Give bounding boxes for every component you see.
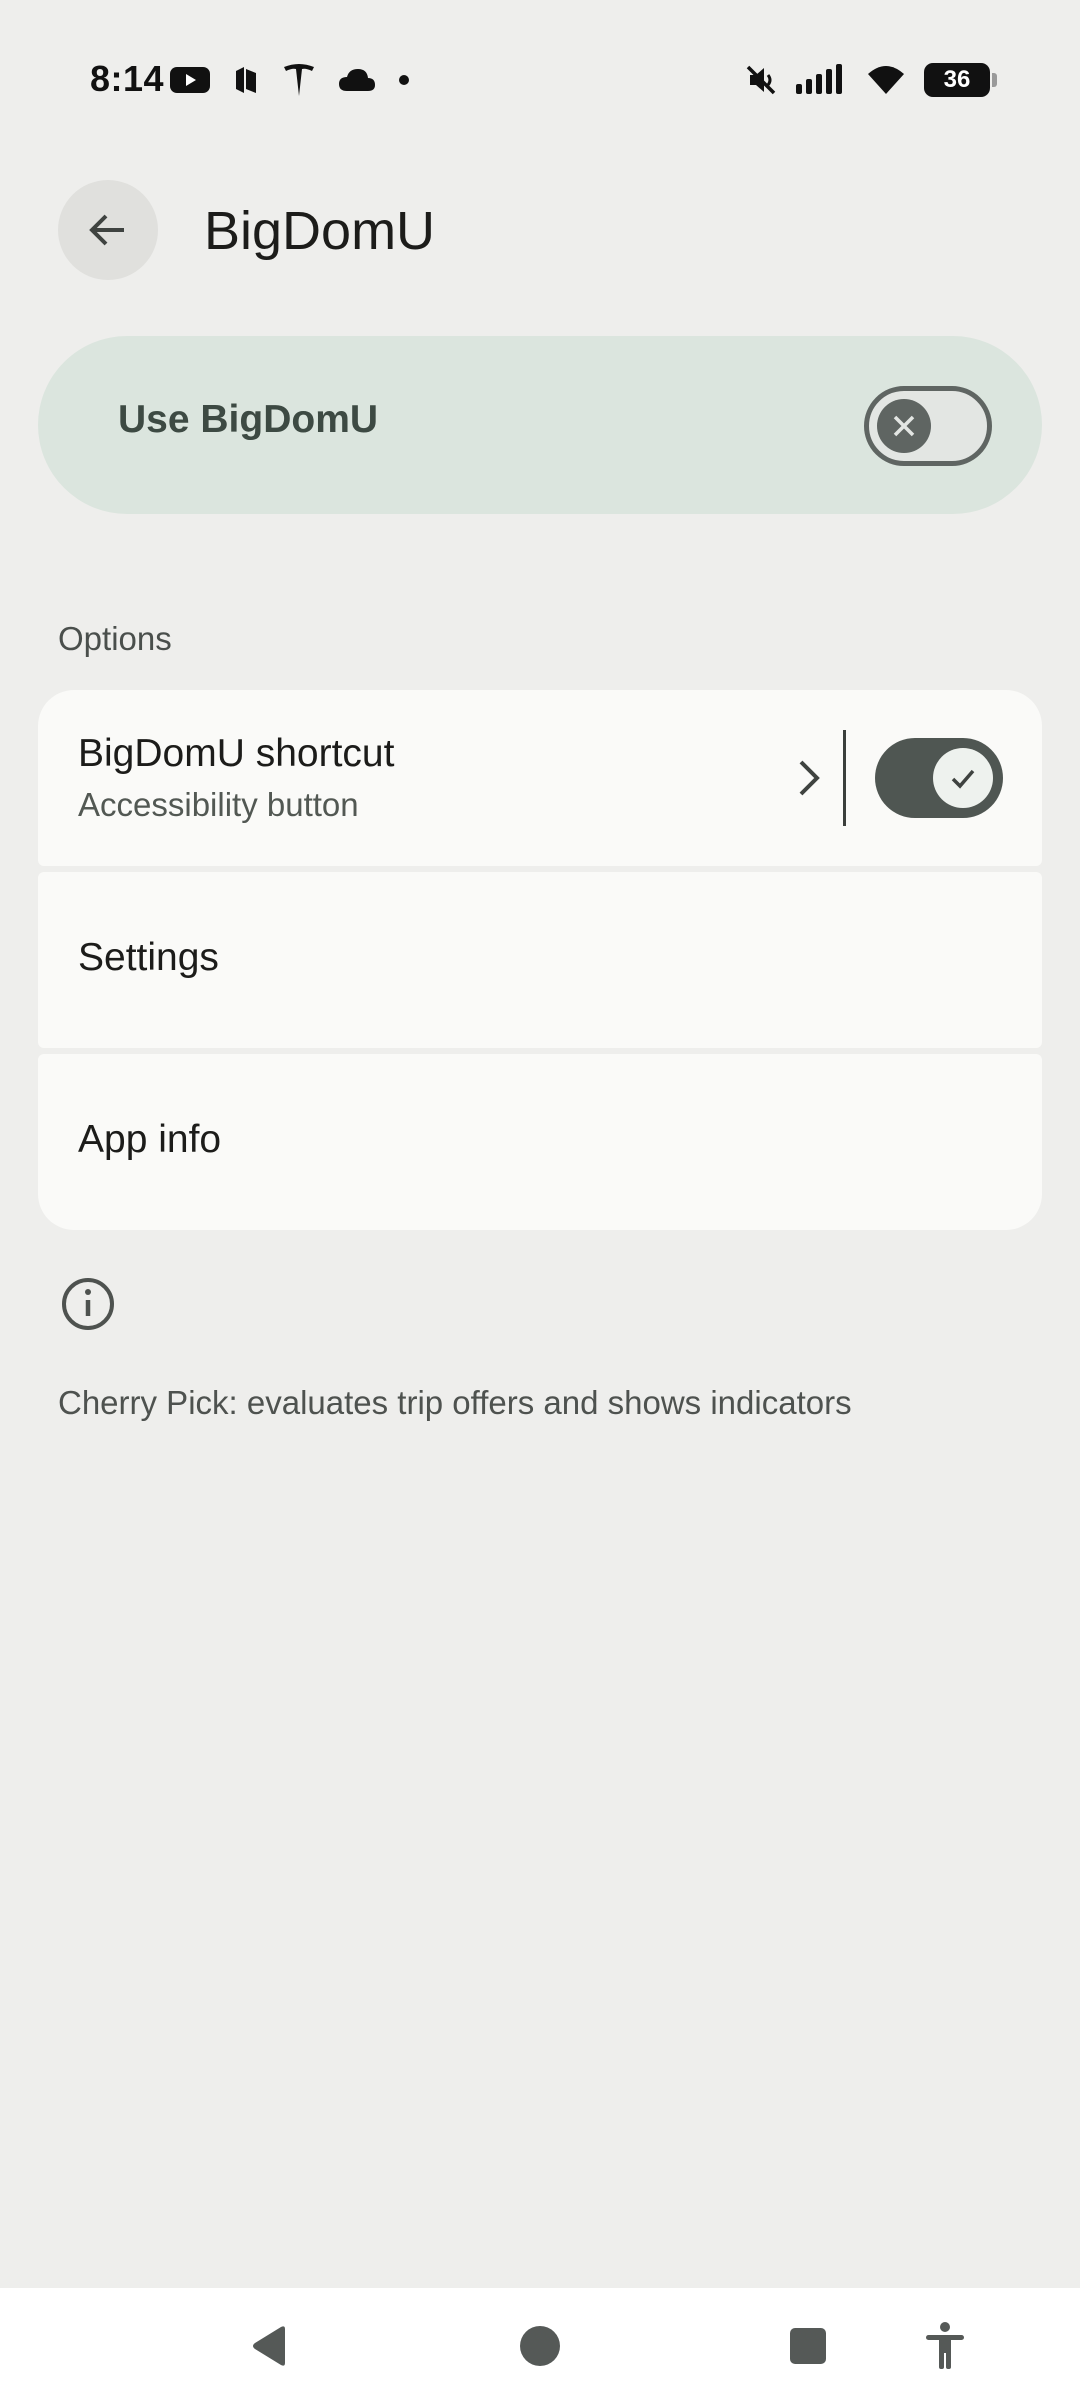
back-icon	[253, 2326, 285, 2366]
youtube-icon	[170, 67, 210, 93]
nav-accessibility-button[interactable]	[915, 2316, 975, 2376]
use-service-toggle[interactable]	[864, 386, 992, 466]
home-icon	[520, 2326, 560, 2366]
shortcut-title: BigDomU shortcut	[78, 732, 395, 775]
app-info-item[interactable]: App info	[38, 1054, 1042, 1230]
settings-item[interactable]: Settings	[38, 872, 1042, 1048]
use-service-label: Use BigDomU	[118, 398, 379, 441]
signal-icon	[796, 64, 842, 94]
recents-icon	[790, 2328, 826, 2364]
app-icon	[236, 67, 256, 93]
close-icon	[893, 415, 915, 437]
app-bar: BigDomU	[0, 180, 1080, 280]
check-icon	[951, 769, 975, 789]
cloud-icon	[339, 69, 375, 91]
status-bar: 8:14 36	[0, 0, 1080, 160]
info-icon	[62, 1278, 114, 1330]
options-section-label: Options	[58, 620, 172, 657]
use-service-switch-bar[interactable]: Use BigDomU	[38, 336, 1042, 514]
dot-icon	[399, 75, 409, 85]
tesla-icon	[284, 64, 314, 96]
settings-label: Settings	[78, 936, 219, 979]
shortcut-toggle[interactable]	[875, 738, 1003, 818]
wifi-icon	[868, 66, 904, 94]
status-time: 8:14	[90, 58, 165, 99]
page-title: BigDomU	[204, 201, 436, 261]
system-icons: 36	[744, 60, 997, 100]
arrow-back-icon	[89, 214, 124, 246]
nav-back-button[interactable]	[240, 2316, 300, 2376]
vertical-divider	[843, 730, 846, 826]
toggle-thumb	[877, 399, 931, 453]
accessibility-icon	[926, 2322, 964, 2369]
service-description: Cherry Pick: evaluates trip offers and s…	[58, 1384, 852, 1421]
mute-icon	[746, 65, 776, 95]
battery-level: 36	[943, 66, 971, 93]
nav-recents-button[interactable]	[778, 2316, 838, 2376]
shortcut-subtitle: Accessibility button	[78, 786, 359, 823]
app-info-label: App info	[78, 1118, 222, 1161]
notification-icons	[170, 60, 410, 100]
shortcut-preference[interactable]: BigDomU shortcut Accessibility button	[38, 690, 1042, 866]
back-button[interactable]	[58, 180, 158, 280]
chevron-right-icon[interactable]	[783, 750, 833, 806]
nav-home-button[interactable]	[510, 2316, 570, 2376]
system-nav-bar	[0, 2288, 1080, 2404]
toggle-thumb	[933, 748, 993, 808]
battery-icon: 36	[924, 63, 997, 97]
